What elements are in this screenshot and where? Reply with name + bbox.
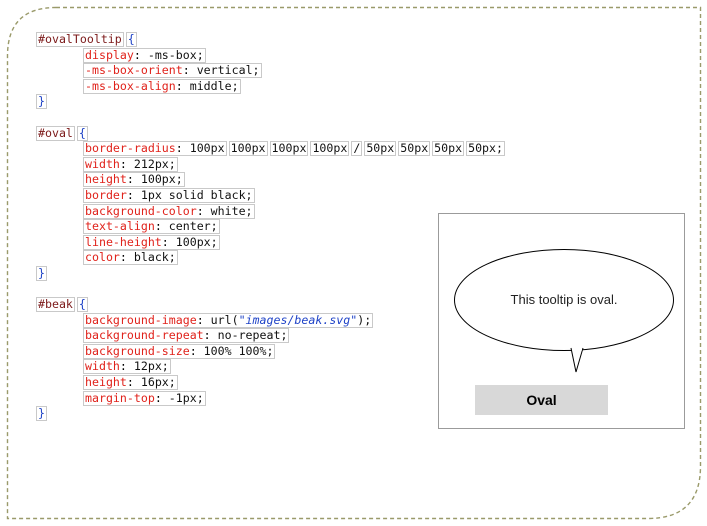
code-line: background-color: white; xyxy=(36,203,456,220)
radius-value: 50px xyxy=(432,141,465,157)
property-name: -ms-box-orient xyxy=(85,63,183,78)
property-value: 12px; xyxy=(133,359,169,374)
close-brace: } xyxy=(36,265,47,281)
property-name: text-align xyxy=(85,219,155,234)
radius-value: 100px xyxy=(228,141,268,157)
code-line: height: 100px; xyxy=(36,172,456,188)
oval-tooltip: This tooltip is oval. xyxy=(453,248,675,376)
code-line: border: 1px solid black; xyxy=(36,187,456,204)
url-function: url( xyxy=(210,312,239,327)
css-code-block: #ovalTooltip{ display: -ms-box; -ms-box-… xyxy=(36,32,505,422)
property-name: display xyxy=(85,47,134,62)
code-line: } xyxy=(36,265,456,282)
code-line: line-height: 100px; xyxy=(36,234,456,251)
declaration: margin-top: -1px; xyxy=(83,390,206,406)
declaration: height: 100px; xyxy=(83,172,185,188)
radius-value: 100px xyxy=(310,141,350,157)
code-line: display: -ms-box; xyxy=(36,47,456,64)
radius-value: 50px xyxy=(398,141,431,157)
property-name: -ms-box-align xyxy=(85,78,176,93)
property-name: background-image xyxy=(85,312,197,327)
declaration: width: 12px; xyxy=(83,359,171,375)
close-brace: } xyxy=(36,406,47,422)
property-value: -ms-box; xyxy=(147,47,204,62)
declaration: background-repeat: no-repeat; xyxy=(83,328,290,344)
selector-beak: #beak xyxy=(36,297,75,313)
url-string: "images/beak.svg" xyxy=(238,312,358,327)
property-value: vertical; xyxy=(196,63,260,78)
property-value: 100px; xyxy=(175,234,218,249)
property-value: 16px; xyxy=(140,375,176,390)
close-brace: } xyxy=(36,94,47,110)
code-line: width: 212px; xyxy=(36,156,456,173)
property-name: border xyxy=(85,187,127,202)
code-line: color: black; xyxy=(36,250,456,266)
oval-button[interactable]: Oval xyxy=(475,385,608,415)
property-value: black; xyxy=(133,250,176,265)
code-line: background-repeat: no-repeat; xyxy=(36,328,456,344)
declaration: background-size: 100% 100%; xyxy=(83,343,276,359)
declaration: height: 16px; xyxy=(83,375,178,391)
code-line: -ms-box-align: middle; xyxy=(36,78,456,95)
property-name: border-radius xyxy=(85,141,176,156)
code-line: width: 12px; xyxy=(36,359,456,375)
property-name: line-height xyxy=(85,234,162,249)
code-line: text-align: center; xyxy=(36,219,456,235)
property-name: height xyxy=(85,375,127,390)
url-function-end: ); xyxy=(357,312,372,327)
declaration: -ms-box-orient: vertical; xyxy=(83,63,262,79)
code-line: margin-top: -1px; xyxy=(36,390,456,407)
code-line: #beak{ xyxy=(36,297,456,313)
declaration: background-image: url("images/beak.svg")… xyxy=(83,312,374,328)
property-value: no-repeat; xyxy=(217,328,288,343)
property-name: width xyxy=(85,359,120,374)
declaration: border-radius: 100px xyxy=(83,141,227,157)
property-value: 100% 100%; xyxy=(203,343,274,358)
declaration: text-align: center; xyxy=(83,219,220,235)
property-value: 1px solid black; xyxy=(140,187,253,202)
declaration: width: 212px; xyxy=(83,156,178,172)
property-value: center; xyxy=(168,219,218,234)
code-line: } xyxy=(36,94,456,110)
code-line: -ms-box-orient: vertical; xyxy=(36,63,456,79)
radius-value: 100px xyxy=(269,141,309,157)
code-line: background-image: url("images/beak.svg")… xyxy=(36,312,456,329)
declaration: display: -ms-box; xyxy=(83,47,206,63)
open-brace: { xyxy=(76,125,88,141)
code-line: background-size: 100% 100%; xyxy=(36,343,456,360)
property-name: background-repeat xyxy=(85,328,204,343)
property-name: background-size xyxy=(85,343,190,358)
radius-value: 100px xyxy=(189,141,225,156)
property-value: white; xyxy=(210,203,253,218)
property-value: 212px; xyxy=(133,156,176,171)
radius-value: 50px xyxy=(364,141,397,157)
property-value: -1px; xyxy=(168,390,204,405)
radius-value: 50px; xyxy=(466,141,505,157)
declaration: background-color: white; xyxy=(83,203,255,219)
selector-ovaltooltip: #ovalTooltip xyxy=(36,32,124,47)
property-name: margin-top xyxy=(85,390,155,405)
declaration: line-height: 100px; xyxy=(83,234,220,250)
tooltip-preview-panel: This tooltip is oval. Oval xyxy=(438,213,685,429)
code-line: #oval{ xyxy=(36,125,456,142)
open-brace: { xyxy=(76,297,88,313)
declaration: color: black; xyxy=(83,250,178,266)
tooltip-text: This tooltip is oval. xyxy=(510,292,618,307)
radius-separator: / xyxy=(351,141,363,157)
code-line: } xyxy=(36,406,456,422)
property-name: height xyxy=(85,172,127,187)
property-value: middle; xyxy=(189,78,239,93)
property-name: background-color xyxy=(85,203,197,218)
declaration: border: 1px solid black; xyxy=(83,187,255,203)
property-value: 100px; xyxy=(140,172,183,187)
property-name: color xyxy=(85,250,120,265)
open-brace: { xyxy=(125,32,137,47)
code-line: #ovalTooltip{ xyxy=(36,32,456,48)
declaration: -ms-box-align: middle; xyxy=(83,78,241,94)
property-name: width xyxy=(85,156,120,171)
selector-oval: #oval xyxy=(36,125,75,141)
code-line: border-radius: 100px 100px 100px 100px/50px… xyxy=(36,141,505,157)
code-line: height: 16px; xyxy=(36,375,456,391)
